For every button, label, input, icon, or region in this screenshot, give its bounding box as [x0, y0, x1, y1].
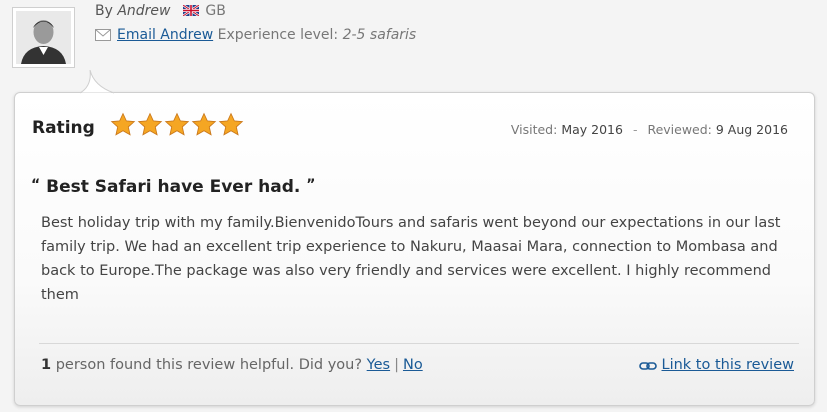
visited-label: Visited:	[510, 122, 558, 137]
open-quote-mark: “	[31, 177, 41, 193]
helpful-no-link[interactable]: No	[403, 357, 423, 373]
avatar-icon	[16, 11, 71, 64]
visited-value: May 2016	[561, 122, 623, 137]
reviewed-label: Reviewed:	[647, 122, 712, 137]
speech-bubble-tail	[79, 70, 115, 94]
reviewed-value: 9 Aug 2016	[715, 122, 788, 137]
review-dates: Visited: May 2016 - Reviewed: 9 Aug 2016	[511, 122, 788, 137]
rating-label: Rating	[32, 118, 95, 138]
helpful-count: 1	[41, 357, 52, 373]
review-title-text: Best Safari have Ever had.	[46, 177, 301, 197]
email-author-link[interactable]: Email Andrew	[117, 27, 213, 43]
chain-link-icon	[638, 362, 657, 370]
footer-divider	[39, 343, 799, 344]
helpful-yes-link[interactable]: Yes	[367, 357, 390, 373]
envelope-icon	[95, 29, 111, 41]
avatar	[12, 7, 75, 68]
link-to-review[interactable]: Link to this review	[638, 357, 795, 373]
close-quote-mark: ”	[306, 177, 316, 193]
helpful-prompt: 1 person found this review helpful. Did …	[41, 357, 423, 373]
author-line: By Andrew GB	[95, 3, 226, 19]
author-meta: Email Andrew Experience level: 2-5 safar…	[95, 27, 416, 43]
star-icon	[218, 112, 244, 136]
experience-value: 2-5 safaris	[342, 27, 417, 43]
review-body: Best holiday trip with my family.Bienven…	[41, 215, 781, 303]
star-icon	[164, 112, 190, 136]
star-icon	[137, 112, 163, 136]
rating-stars	[110, 112, 244, 138]
star-icon	[191, 112, 217, 136]
author-name: Andrew	[117, 3, 171, 19]
author-country: GB	[205, 3, 226, 19]
link-to-review-link[interactable]: Link to this review	[662, 357, 795, 373]
review-title: “ Best Safari have Ever had. ”	[31, 177, 315, 197]
star-icon	[110, 112, 136, 136]
review-card: Rating Visited: May 2016 - Reviewed: 9 A…	[14, 92, 815, 406]
date-separator: -	[632, 122, 638, 137]
helpful-divider: |	[394, 357, 399, 373]
helpful-text: person found this review helpful. Did yo…	[55, 357, 363, 373]
experience-label: Experience level:	[217, 27, 339, 43]
by-prefix: By	[95, 3, 113, 19]
uk-flag-icon	[182, 5, 199, 16]
